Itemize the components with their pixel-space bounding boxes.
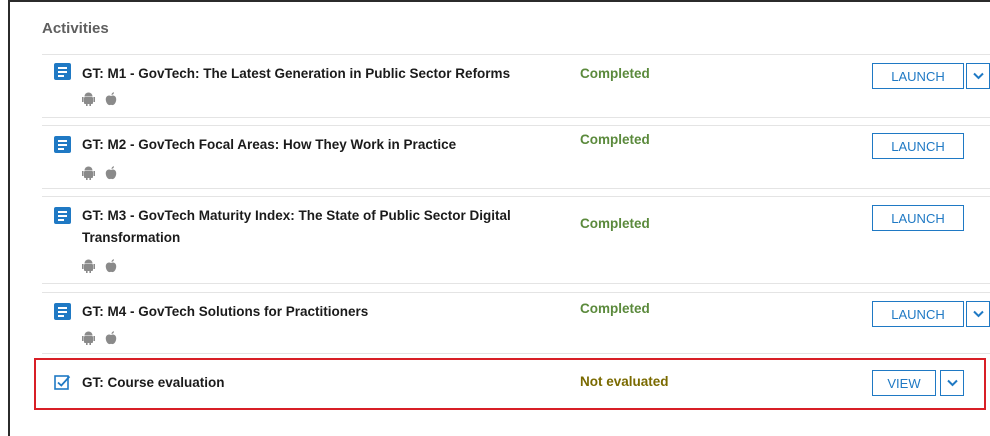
status-completed: Completed <box>580 66 650 81</box>
status-completed: Completed <box>580 216 650 231</box>
chevron-down-icon <box>973 72 984 80</box>
document-icon <box>54 303 71 320</box>
activity-title[interactable]: GT: M2 - GovTech Focal Areas: How They W… <box>82 134 552 156</box>
android-icon <box>82 331 95 345</box>
launch-button[interactable]: LAUNCH <box>872 63 964 89</box>
apple-icon <box>105 92 117 106</box>
document-icon <box>54 63 71 80</box>
launch-button[interactable]: LAUNCH <box>872 133 964 159</box>
chevron-down-icon <box>973 310 984 318</box>
activity-title[interactable]: GT: M1 - GovTech: The Latest Generation … <box>82 63 552 85</box>
device-icons <box>82 259 117 273</box>
activity-title[interactable]: GT: M4 - GovTech Solutions for Practitio… <box>82 301 552 323</box>
device-icons <box>82 92 117 106</box>
launch-button[interactable]: LAUNCH <box>872 205 964 231</box>
document-icon <box>54 136 71 153</box>
section-title: Activities <box>42 20 109 37</box>
device-icons <box>82 166 117 180</box>
activity-row-m4: GT: M4 - GovTech Solutions for Practitio… <box>42 292 990 354</box>
activity-row-m3: GT: M3 - GovTech Maturity Index: The Sta… <box>42 196 990 284</box>
android-icon <box>82 166 95 180</box>
apple-icon <box>105 259 117 273</box>
activity-title[interactable]: GT: M3 - GovTech Maturity Index: The Sta… <box>82 205 552 249</box>
launch-button[interactable]: LAUNCH <box>872 301 964 327</box>
android-icon <box>82 92 95 106</box>
apple-icon <box>105 331 117 345</box>
status-completed: Completed <box>580 301 650 316</box>
actions-menu-button[interactable] <box>966 63 990 89</box>
activity-row-m1: GT: M1 - GovTech: The Latest Generation … <box>42 54 990 118</box>
activity-row-m2: GT: M2 - GovTech Focal Areas: How They W… <box>42 125 990 189</box>
apple-icon <box>105 166 117 180</box>
status-completed: Completed <box>580 132 650 147</box>
device-icons <box>82 331 117 345</box>
actions-menu-button[interactable] <box>966 301 990 327</box>
document-icon <box>54 207 71 224</box>
highlight-box <box>34 358 986 410</box>
android-icon <box>82 259 95 273</box>
